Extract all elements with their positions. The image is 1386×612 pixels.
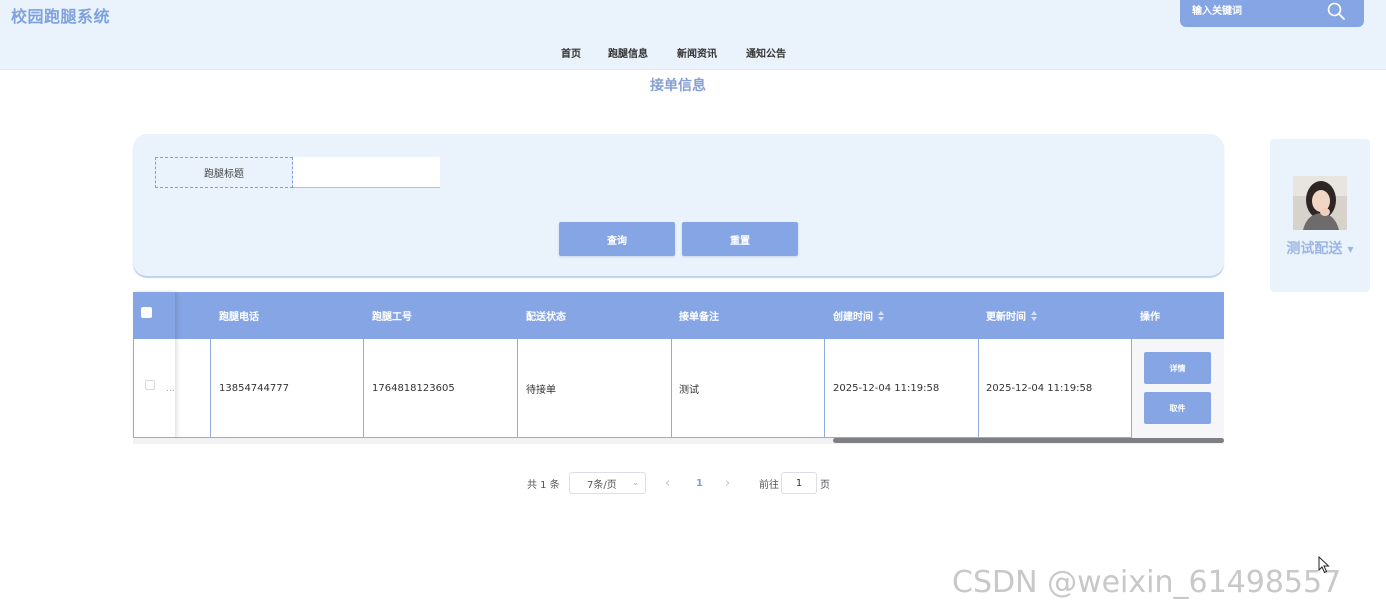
column-divider [978, 339, 979, 438]
column-divider [671, 339, 672, 438]
filter-panel: 跑腿标题 查询 重置 [133, 134, 1224, 276]
column-divider [363, 339, 364, 438]
pagination: 共 1 条 7条/页 ⌄ ‹ 1 › 前往 页 [0, 472, 1386, 494]
cell-note: 测试 [679, 385, 699, 396]
errand-title-label: 跑腿标题 [155, 157, 293, 188]
col-note: 接单备注 [679, 312, 719, 323]
row-ellipsis: ... [166, 383, 175, 394]
user-menu[interactable]: 测试配送 ▼ [1270, 238, 1370, 258]
cell-updated: 2025-12-04 11:19:58 [986, 383, 1093, 394]
column-divider [517, 339, 518, 438]
page-title: 接单信息 [650, 78, 706, 94]
caret-down-icon: ▼ [1347, 244, 1354, 254]
reset-button[interactable]: 重置 [682, 222, 798, 256]
nav-notices[interactable]: 通知公告 [746, 45, 786, 60]
search-icon[interactable] [1326, 1, 1346, 21]
cell-phone: 13854744777 [219, 383, 289, 394]
scrollbar-thumb[interactable] [833, 438, 1224, 443]
detail-button[interactable]: 详情 [1144, 352, 1211, 384]
nav-news[interactable]: 新闻资讯 [677, 45, 717, 60]
search-button[interactable]: 查询 [559, 222, 675, 256]
row-checkbox[interactable] [145, 380, 155, 390]
site-logo[interactable]: 校园跑腿系统 [11, 3, 110, 27]
pickup-button[interactable]: 取件 [1144, 392, 1211, 424]
cell-runner-id: 1764818123605 [372, 383, 455, 394]
column-divider [210, 339, 211, 438]
next-page-icon[interactable]: › [725, 472, 730, 494]
goto-label: 前往 [759, 479, 779, 491]
mouse-cursor-icon [1318, 556, 1330, 574]
column-divider [824, 339, 825, 438]
sort-icon[interactable] [878, 310, 884, 321]
col-status: 配送状态 [526, 312, 566, 323]
cell-created: 2025-12-04 11:19:58 [833, 383, 940, 394]
cell-status: 待接单 [526, 385, 556, 396]
avatar-image [1293, 176, 1347, 230]
search-input[interactable] [1192, 2, 1322, 20]
col-actions: 操作 [1140, 312, 1160, 323]
col-runner-id: 跑腿工号 [372, 312, 412, 323]
avatar[interactable] [1293, 176, 1347, 230]
col-phone: 跑腿电话 [219, 312, 259, 323]
column-divider [1131, 339, 1132, 438]
top-header: 校园跑腿系统 首页 跑腿信息 新闻资讯 通知公告 [0, 0, 1386, 70]
sort-icon[interactable] [1031, 310, 1037, 321]
total-count: 共 1 条 [527, 479, 560, 491]
prev-page-icon[interactable]: ‹ [665, 472, 670, 494]
nav-home[interactable]: 首页 [561, 45, 581, 60]
user-card: 测试配送 ▼ [1270, 139, 1370, 292]
page-size-select[interactable]: 7条/页 ⌄ [569, 472, 646, 494]
nav-errand-info[interactable]: 跑腿信息 [608, 45, 648, 60]
page-unit-label: 页 [820, 479, 830, 491]
errand-title-input[interactable] [293, 157, 440, 188]
col-updated[interactable]: 更新时间 [986, 292, 1037, 339]
page-number-current[interactable]: 1 [696, 472, 703, 494]
main-nav: 首页 跑腿信息 新闻资讯 通知公告 [0, 45, 1386, 60]
page-size-value: 7条/页 [587, 479, 617, 491]
page: 校园跑腿系统 首页 跑腿信息 新闻资讯 通知公告 接单信息 跑腿标题 查询 重置 [0, 0, 1386, 612]
watermark: CSDN @weixin_61498557 [952, 565, 1342, 600]
chevron-down-icon: ⌄ [632, 478, 639, 487]
goto-page-input[interactable] [781, 472, 817, 494]
col-created[interactable]: 创建时间 [833, 292, 884, 339]
col-created-label: 创建时间 [833, 312, 873, 323]
col-updated-label: 更新时间 [986, 312, 1026, 323]
user-name: 测试配送 [1286, 241, 1343, 257]
order-table: 跑腿电话 跑腿工号 配送状态 接单备注 创建时间 更新时间 操作 ... 138… [133, 292, 1224, 444]
